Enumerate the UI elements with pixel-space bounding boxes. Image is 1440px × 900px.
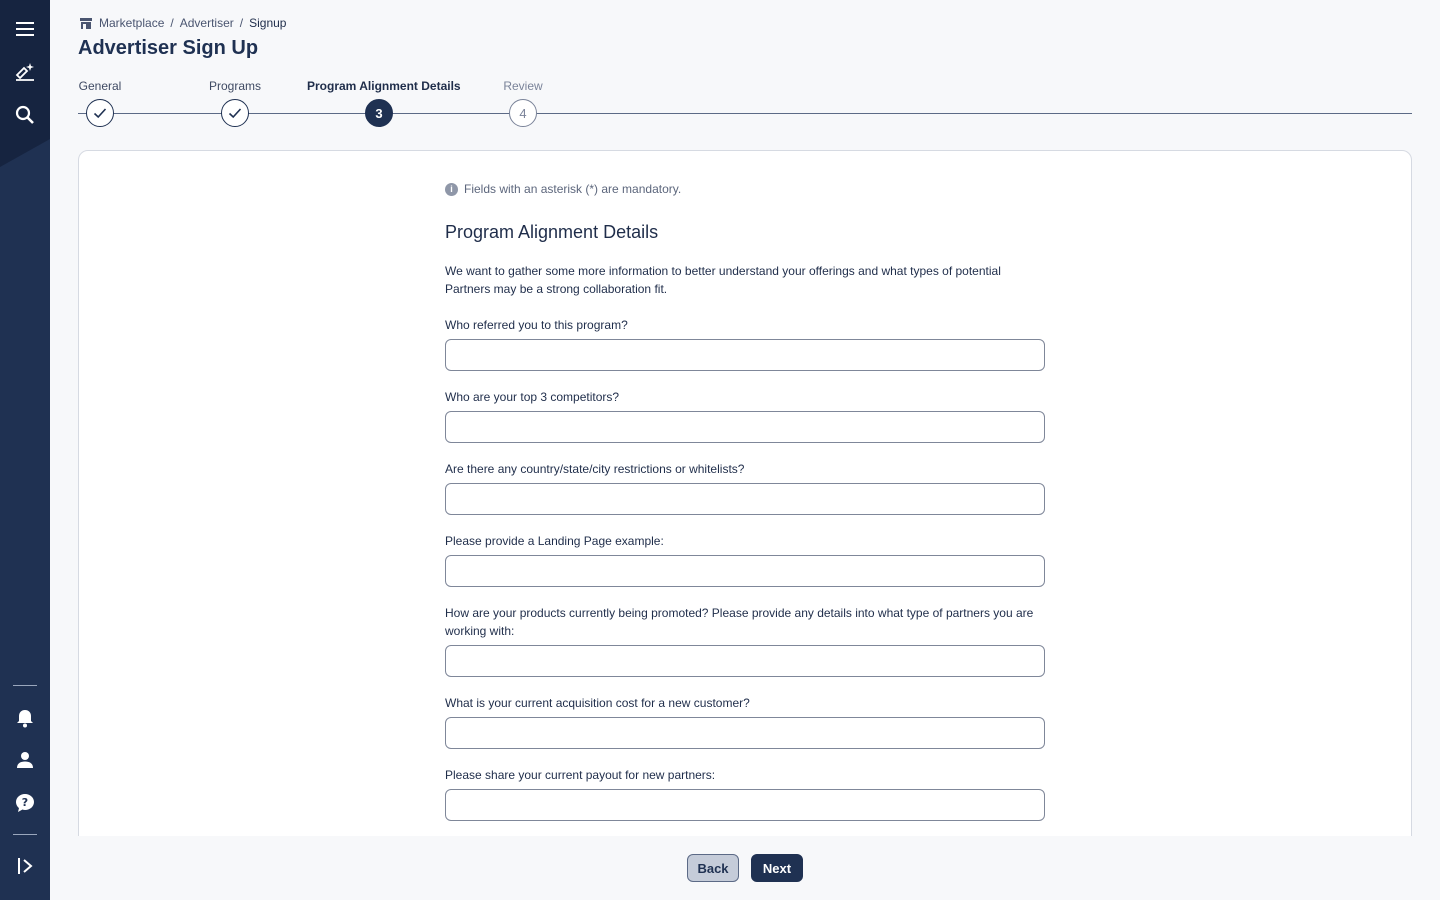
breadcrumb-separator: /: [170, 16, 174, 30]
competitors-input[interactable]: [445, 411, 1045, 443]
step-program-alignment-details[interactable]: Program Alignment Details 3: [307, 78, 461, 127]
search-icon[interactable]: [12, 102, 38, 128]
step-programs[interactable]: Programs: [208, 78, 262, 127]
check-icon: [221, 99, 249, 127]
field-label-restrictions: Are there any country/state/city restric…: [445, 462, 745, 476]
step-label: Programs: [208, 79, 261, 93]
footer-bar: [50, 836, 1440, 900]
section-title: Program Alignment Details: [445, 222, 659, 242]
promotion-input[interactable]: [445, 645, 1045, 677]
restrictions-input[interactable]: [445, 483, 1045, 515]
user-icon[interactable]: [12, 747, 38, 773]
mandatory-note: i Fields with an asterisk (*) are mandat…: [445, 182, 681, 196]
info-icon: i: [445, 182, 458, 196]
step-number: 3: [365, 99, 393, 127]
breadcrumb-signup: Signup: [249, 16, 287, 30]
sparkle-icon[interactable]: [12, 59, 38, 85]
sidebar-divider: [13, 685, 37, 686]
breadcrumb-separator: /: [239, 16, 244, 30]
expand-icon[interactable]: [12, 853, 38, 879]
field-label-promotion: How are your products currently being pr…: [445, 606, 1034, 638]
payout-input[interactable]: [445, 789, 1045, 821]
svg-text:?: ?: [22, 796, 28, 809]
landing-page-input[interactable]: [445, 555, 1045, 587]
next-button[interactable]: Next: [751, 854, 803, 882]
sidebar: ?: [0, 0, 50, 900]
field-label-competitors: Who are your top 3 competitors?: [445, 390, 620, 404]
referral-input[interactable]: [445, 339, 1045, 371]
breadcrumb-marketplace[interactable]: Marketplace: [99, 16, 164, 30]
step-number: 4: [509, 99, 537, 127]
field-label-referral: Who referred you to this program?: [445, 318, 628, 332]
page-title: Advertiser Sign Up: [78, 37, 259, 59]
field-label-acquisition-cost: What is your current acquisition cost fo…: [445, 696, 750, 710]
back-button[interactable]: Back: [687, 854, 739, 882]
step-label: General: [78, 79, 122, 93]
step-general[interactable]: General: [78, 78, 122, 127]
mandatory-note-text: Fields with an asterisk (*) are mandator…: [464, 182, 682, 196]
help-icon[interactable]: ?: [12, 790, 38, 816]
breadcrumb: Marketplace / Advertiser / Signup: [80, 15, 286, 31]
breadcrumb-advertiser[interactable]: Advertiser: [180, 16, 234, 30]
step-label: Review: [503, 79, 543, 93]
form-card: i Fields with an asterisk (*) are mandat…: [78, 150, 1412, 850]
menu-icon[interactable]: [12, 16, 38, 42]
check-icon: [86, 99, 114, 127]
sidebar-divider: [13, 834, 37, 835]
section-description: We want to gather some more information …: [445, 264, 1001, 296]
sidebar-diagonal-accent: [0, 139, 50, 167]
field-label-payout: Please share your current payout for new…: [445, 768, 716, 782]
bell-icon[interactable]: [12, 705, 38, 731]
stepper-line: [78, 113, 1412, 114]
marketplace-icon: [80, 17, 92, 29]
acquisition-cost-input[interactable]: [445, 717, 1045, 749]
step-label: Program Alignment Details: [307, 79, 461, 93]
field-label-landing-page: Please provide a Landing Page example:: [445, 534, 664, 548]
step-review[interactable]: Review 4: [502, 78, 544, 127]
